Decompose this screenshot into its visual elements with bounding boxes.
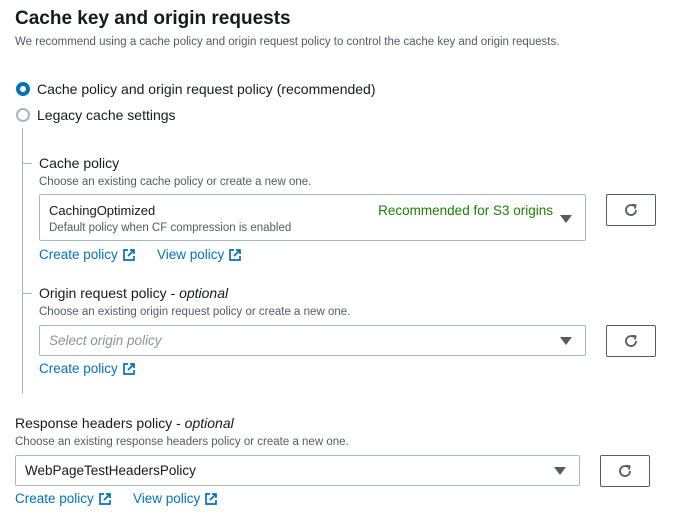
origin-policy-create-label: Create policy: [39, 361, 118, 376]
external-link-icon: [122, 362, 135, 375]
tree-connector-origin: [22, 293, 32, 294]
response-headers-policy-label-text: Response headers policy: [15, 415, 173, 431]
origin-policy-placeholder: Select origin policy: [49, 333, 162, 348]
cache-policy-view-label: View policy: [157, 247, 225, 262]
origin-request-policy-label-text: Origin request policy: [39, 285, 167, 301]
external-link-icon: [205, 492, 218, 505]
cache-policy-create-label: Create policy: [39, 247, 118, 262]
origin-request-policy-description: Choose an existing origin request policy…: [39, 306, 351, 318]
radio-legacy-cache-settings[interactable]: [16, 108, 30, 122]
response-headers-policy-label: Response headers policy - optional: [15, 415, 234, 431]
response-headers-create-link[interactable]: Create policy: [15, 491, 112, 506]
cache-policy-view-link[interactable]: View policy: [157, 247, 242, 262]
response-headers-view-label: View policy: [133, 491, 201, 506]
refresh-icon: [625, 334, 637, 347]
external-link-icon: [98, 492, 111, 505]
cache-policy-selected-value: CachingOptimized: [49, 203, 156, 218]
chevron-down-icon: [554, 467, 566, 475]
response-headers-refresh-button[interactable]: [600, 455, 650, 487]
section-title: Cache key and origin requests: [15, 8, 291, 29]
refresh-icon: [625, 203, 637, 216]
origin-policy-create-link[interactable]: Create policy: [39, 361, 136, 376]
tree-connector-vertical: [22, 128, 23, 394]
cache-policy-selected-subtext: Default policy when CF compression is en…: [49, 222, 292, 234]
response-headers-selected-value: WebPageTestHeadersPolicy: [25, 463, 196, 478]
tree-connector-cache: [22, 163, 32, 164]
radio-label-legacy-cache-settings[interactable]: Legacy cache settings: [37, 107, 176, 123]
response-headers-policy-select[interactable]: WebPageTestHeadersPolicy: [15, 455, 580, 486]
refresh-icon: [619, 464, 631, 477]
origin-request-policy-select[interactable]: Select origin policy: [39, 325, 586, 356]
response-headers-create-label: Create policy: [15, 491, 94, 506]
response-headers-policy-description: Choose an existing response headers poli…: [15, 436, 349, 448]
external-link-icon: [229, 248, 242, 261]
cache-policy-label: Cache policy: [39, 155, 120, 171]
chevron-down-icon: [560, 337, 572, 345]
optional-marker: optional: [184, 415, 234, 431]
section-description: We recommend using a cache policy and or…: [15, 36, 560, 48]
origin-policy-refresh-button[interactable]: [606, 325, 656, 357]
external-link-icon: [122, 248, 135, 261]
cache-policy-refresh-button[interactable]: [606, 194, 656, 226]
radio-cache-policy-recommended[interactable]: [16, 82, 30, 96]
response-headers-view-link[interactable]: View policy: [133, 491, 218, 506]
origin-request-policy-label: Origin request policy - optional: [39, 285, 229, 301]
radio-label-cache-policy-recommended[interactable]: Cache policy and origin request policy (…: [37, 81, 376, 97]
optional-marker: optional: [179, 285, 229, 301]
cache-policy-create-link[interactable]: Create policy: [39, 247, 136, 262]
cache-policy-description: Choose an existing cache policy or creat…: [39, 176, 312, 188]
cache-policy-select[interactable]: CachingOptimized Default policy when CF …: [39, 194, 586, 241]
recommended-badge: Recommended for S3 origins: [378, 203, 553, 218]
chevron-down-icon: [560, 215, 572, 223]
